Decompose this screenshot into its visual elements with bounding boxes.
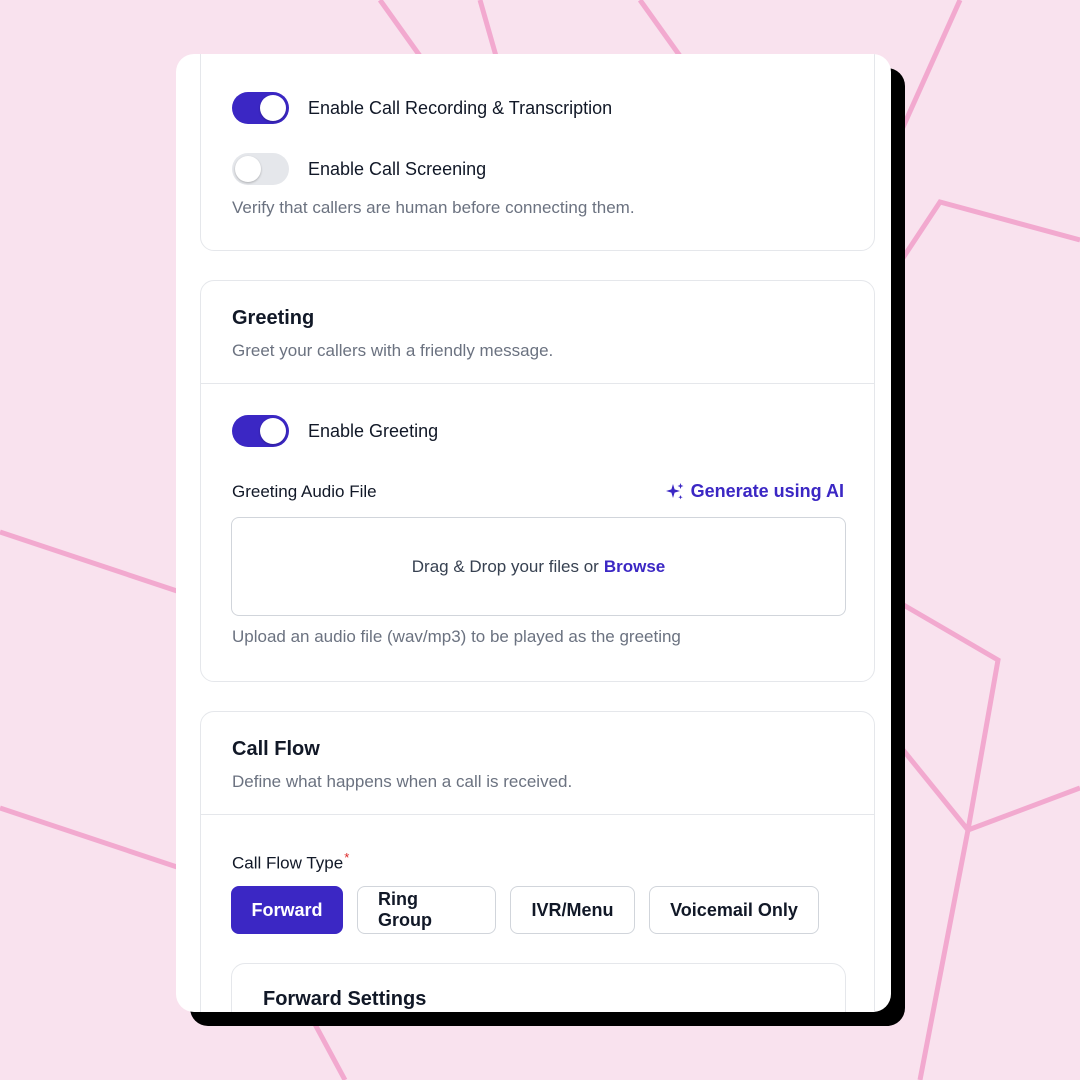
call-flow-divider: [201, 814, 874, 815]
greeting-card: Greeting Greet your callers with a frien…: [200, 280, 875, 682]
forward-settings-title: Forward Settings: [263, 988, 427, 1010]
call-flow-type-selector: Forward Ring Group IVR/Menu Voicemail On…: [231, 886, 833, 934]
call-flow-subtitle: Define what happens when a call is recei…: [232, 772, 573, 791]
option-forward[interactable]: Forward: [231, 886, 343, 934]
recording-toggle[interactable]: [232, 92, 289, 124]
forward-settings-card: Forward Settings: [231, 963, 846, 1012]
greeting-toggle-label: Enable Greeting: [308, 420, 439, 441]
recording-toggle-row: Enable Call Recording & Transcription: [232, 92, 612, 124]
generate-ai-link[interactable]: Generate using AI: [665, 481, 844, 502]
required-mark: *: [344, 850, 350, 865]
greeting-divider: [201, 383, 874, 384]
greeting-toggle-row: Enable Greeting: [232, 415, 438, 447]
option-ring-group[interactable]: Ring Group: [357, 886, 496, 934]
browse-link[interactable]: Browse: [604, 557, 665, 577]
dropzone-text: Drag & Drop your files or: [411, 556, 599, 576]
greeting-audio-label: Greeting Audio File: [232, 482, 377, 501]
greeting-title: Greeting: [232, 307, 315, 329]
call-flow-card: Call Flow Define what happens when a cal…: [200, 711, 875, 1012]
greeting-toggle[interactable]: [232, 415, 289, 447]
generate-ai-label: Generate using AI: [690, 481, 844, 501]
screening-helper-text: Verify that callers are human before con…: [232, 198, 635, 217]
call-options-card: Enable Call Recording & Transcription En…: [200, 54, 875, 251]
greeting-subtitle: Greet your callers with a friendly messa…: [232, 341, 554, 360]
option-voicemail-only[interactable]: Voicemail Only: [649, 886, 819, 934]
call-flow-type-text: Call Flow Type: [232, 853, 344, 873]
option-ivr-menu[interactable]: IVR/Menu: [510, 886, 635, 934]
recording-toggle-label: Enable Call Recording & Transcription: [308, 97, 613, 118]
sparkles-icon: [665, 482, 684, 499]
audio-dropzone[interactable]: Drag & Drop your files or Browse: [231, 517, 846, 616]
screening-toggle-row: Enable Call Screening: [232, 153, 486, 185]
call-flow-title: Call Flow: [232, 738, 320, 760]
screening-toggle[interactable]: [232, 153, 289, 185]
greeting-helper-text: Upload an audio file (wav/mp3) to be pla…: [232, 627, 681, 646]
settings-panel: Enable Call Recording & Transcription En…: [176, 54, 891, 1012]
screening-toggle-label: Enable Call Screening: [308, 158, 487, 179]
call-flow-type-label: Call Flow Type*: [232, 850, 349, 874]
